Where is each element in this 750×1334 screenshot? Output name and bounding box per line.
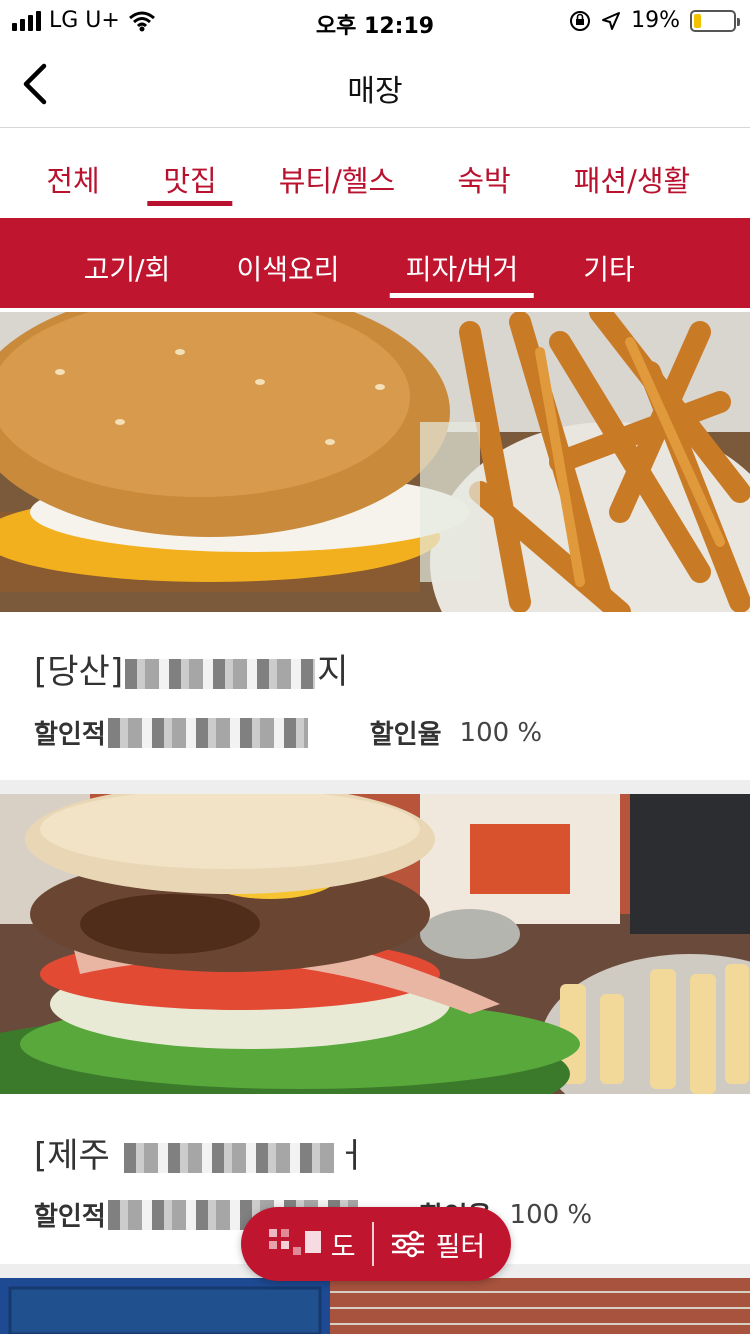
nav-header: 매장 <box>0 42 750 128</box>
rate-value: 100 % <box>509 1199 593 1230</box>
tab-beauty-health[interactable]: 뷰티/헬스 <box>279 158 396 200</box>
store-title: [제주 ㅓ <box>34 1128 367 1177</box>
redacted-text <box>123 1142 334 1173</box>
store-card[interactable]: [당산] 지 할인적 할인율 100 % <box>0 312 750 780</box>
store-card[interactable] <box>0 1278 750 1334</box>
store-title-suffix: 지 <box>317 652 349 692</box>
redacted-text <box>125 658 316 689</box>
tab-all[interactable]: 전체 <box>46 158 99 200</box>
tab-fashion-living[interactable]: 패션/생활 <box>574 158 691 200</box>
store-photo <box>0 794 750 1094</box>
location-icon <box>602 11 621 30</box>
status-bar: LG U+ 오후 12:19 19% <box>0 0 750 42</box>
battery-percent: 19% <box>631 8 680 33</box>
subtab-meat-sashimi[interactable]: 고기/회 <box>84 248 171 288</box>
tab-restaurants[interactable]: 맛집 <box>147 158 234 206</box>
map-icon <box>268 1229 321 1255</box>
card-divider <box>0 780 750 794</box>
store-title-prefix: [당산] <box>34 652 124 692</box>
store-title: [당산] 지 <box>34 644 348 693</box>
rotation-lock-icon <box>570 10 591 31</box>
discount-label: 할인적 <box>34 720 106 750</box>
store-photo <box>0 1278 750 1334</box>
rate-value: 100 % <box>459 717 543 748</box>
sliders-icon <box>391 1230 424 1258</box>
store-card[interactable]: [제주ㅓ 할인적 할인율 100 % <box>0 794 750 1264</box>
redacted-text <box>107 717 308 748</box>
filter-button[interactable]: 필터 <box>374 1225 486 1264</box>
category-tabs: 전체 맛집 뷰티/헬스 숙박 패션/생활 <box>0 128 750 218</box>
sub-category-tabs: 고기/회 이색요리 피자/버거 기타 <box>0 218 750 308</box>
filter-button-label: 필터 <box>435 1231 486 1263</box>
discount-label: 할인적 <box>34 1202 106 1232</box>
store-meta: 할인적 할인율 100 % <box>34 714 542 751</box>
page-title: 매장 <box>347 74 403 109</box>
status-right: 19% <box>569 8 740 33</box>
subtab-pizza-burger[interactable]: 피자/버거 <box>389 248 535 298</box>
map-button[interactable]: 도 <box>267 1222 374 1266</box>
map-button-label: 도 <box>330 1231 356 1263</box>
subtab-etc[interactable]: 기타 <box>583 248 635 288</box>
map-filter-pill: 도 필터 <box>241 1207 511 1281</box>
rate-label: 할인율 <box>369 720 442 750</box>
battery-icon <box>690 9 740 32</box>
tab-lodging[interactable]: 숙박 <box>457 158 510 200</box>
store-title-suffix: ㅓ <box>335 1136 368 1176</box>
subtab-exotic[interactable]: 이색요리 <box>236 248 339 288</box>
store-photo <box>0 312 750 612</box>
store-title-prefix: [제주 <box>34 1136 110 1176</box>
battery-fill <box>694 13 702 28</box>
